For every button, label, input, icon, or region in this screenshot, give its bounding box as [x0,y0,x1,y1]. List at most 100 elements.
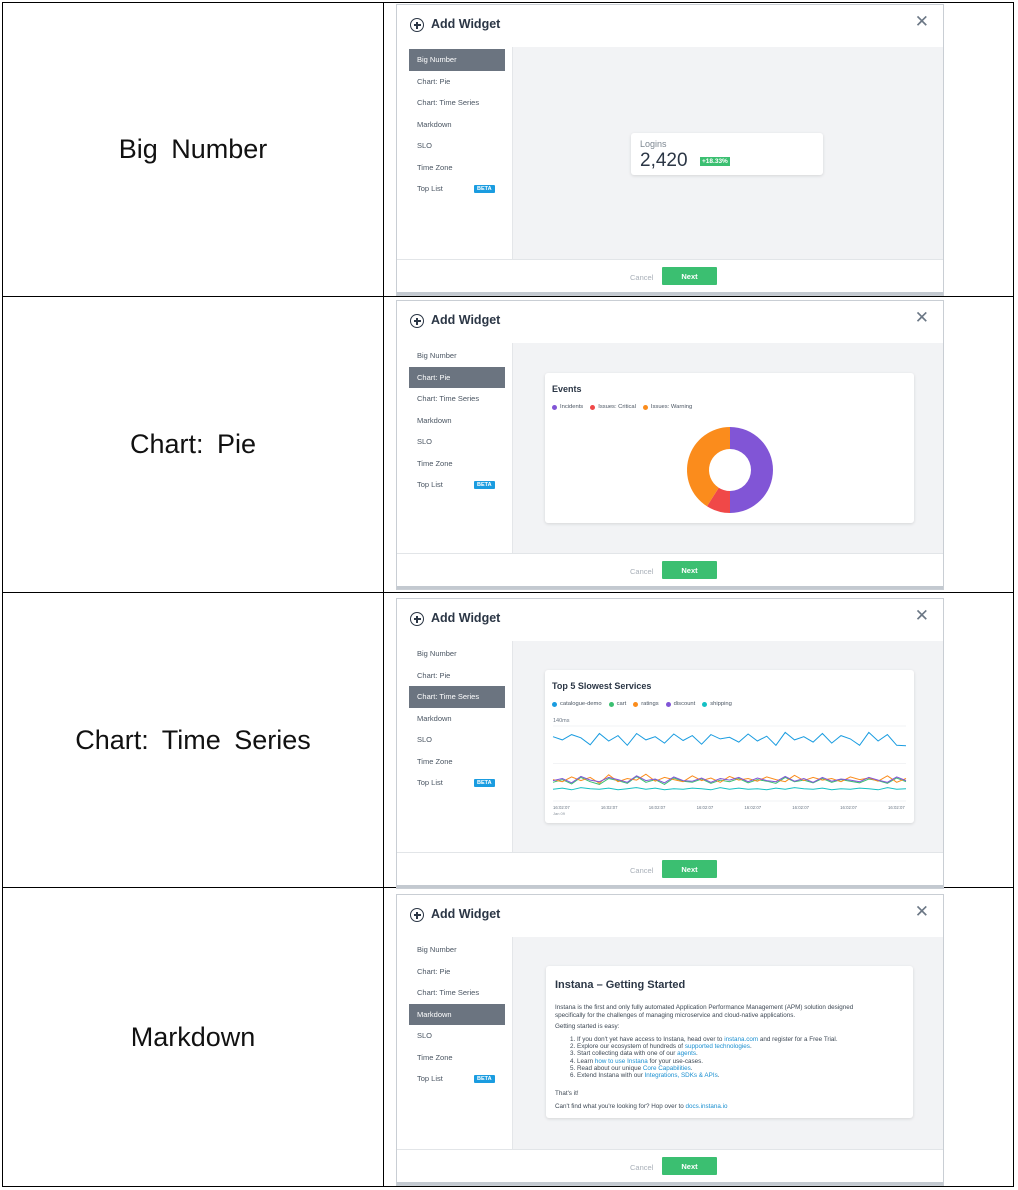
nav-item-label: Top List [417,1074,443,1084]
add-circle-icon [410,18,424,32]
nav-item-label: Markdown [417,415,452,425]
nav-item-label: Top List [417,480,443,490]
list-text: 3. Start collecting data with one of our [570,1050,678,1058]
list-item: 2. Explore our ecosystem of hundreds of … [570,1043,838,1050]
add-widget-modal: Add Widget ✕ Big Number Chart: Pie Chart: … [396,598,944,889]
series-line-shipping [552,787,907,791]
nav-item-slo[interactable]: SLO [409,431,505,453]
markdown-heading: Instana – Getting Started [555,979,686,991]
markdown-card: Instana – Getting Started Instana is the… [546,966,913,1118]
nav-item-big-number[interactable]: Big Number [409,49,505,71]
nav-item-time-zone[interactable]: Time Zone [409,1047,505,1069]
close-icon[interactable]: ✕ [915,309,929,327]
nav-item-chart-pie[interactable]: Chart: Pie [409,665,505,687]
beta-badge: BETA [474,779,495,787]
nav-item-slo[interactable]: SLO [409,135,505,157]
nav-item-slo[interactable]: SLO [409,1025,505,1047]
nav-item-chart-time-series[interactable]: Chart: Time Series [409,982,505,1004]
instana-link[interactable]: instana.com [724,1036,758,1043]
close-icon[interactable]: ✕ [915,903,929,921]
nav-item-label: Chart: Pie [417,670,451,680]
next-button[interactable]: Next [662,267,717,285]
y-axis-tick-label: 140ms [553,718,570,724]
x-axis-tick-label: 16:02:07 [888,805,905,810]
nav-item-slo[interactable]: SLO [409,729,505,751]
modal-footer: Cancel Next [397,852,943,888]
nav-item-label: Top List [417,778,443,788]
nav-item-markdown[interactable]: Markdown [409,114,505,136]
nav-item-markdown[interactable]: Markdown [409,708,505,730]
how-to-use-link[interactable]: how to use Instana [595,1058,648,1065]
docs-link[interactable]: docs.instana.io [686,1103,728,1110]
modal-bottom-edge [397,885,943,888]
modal-bottom-edge [397,586,943,589]
list-text: 6. Extend Instana with our [570,1072,645,1080]
close-icon[interactable]: ✕ [915,13,929,31]
nav-item-top-list[interactable]: Top List BETA [409,1068,505,1090]
nav-item-chart-pie[interactable]: Chart: Pie [409,366,505,388]
nav-item-chart-pie[interactable]: Chart: Pie [409,961,505,983]
list-text: . [696,1050,698,1058]
add-widget-modal: Add Widget ✕ Big Number Chart: Pie Chart: … [396,300,944,590]
cancel-button[interactable]: Cancel [630,567,653,576]
nav-item-time-zone[interactable]: Time Zone [409,751,505,773]
list-item: 4. Learn how to use Instana for your use… [570,1058,838,1065]
nav-item-label: Markdown [417,713,452,723]
supported-technologies-link[interactable]: supported technologies [685,1043,750,1050]
list-text: and register for a Free Trial. [758,1036,838,1043]
next-button[interactable]: Next [662,561,717,579]
next-button[interactable]: Next [662,860,717,878]
nav-item-chart-time-series[interactable]: Chart: Time Series [409,388,505,410]
getting-started-text: Getting started is easy: [555,1023,620,1030]
list-text: for your use-cases. [647,1057,704,1065]
nav-item-label: Chart: Time Series [417,988,480,998]
pie-chart-card: Events Incidents Issues: Critical Issues… [545,373,914,523]
widget-type-list: Big Number Chart: Pie Chart: Time Series Ma… [409,939,505,1090]
cancel-button[interactable]: Cancel [630,866,653,875]
nav-item-time-zone[interactable]: Time Zone [409,453,505,475]
nav-item-label: Time Zone [417,162,453,172]
nav-item-top-list[interactable]: Top List BETA [409,474,505,496]
modal-title: Add Widget [431,313,501,327]
widget-type-list: Big Number Chart: Pie Chart: Time Series Ma… [409,345,505,496]
x-axis-tick-label: 16:02:07 [792,805,809,810]
add-widget-modal: Add Widget ✕ Big Number Chart: Pie Chart: … [396,4,944,296]
big-number-card: Logins 2,420 +18.33% [631,133,823,175]
list-text: . [749,1043,752,1051]
time-series-chart: 140ms 16:02:07 16:02:07 16:02:07 16:02:07 16:… [552,718,907,816]
modal-footer: Cancel Next [397,553,943,589]
list-item: 1. If you don't yet have access to Insta… [570,1036,838,1043]
row-label-markdown: Markdown [130,1021,256,1052]
table-border-right [1013,2,1014,1187]
nav-item-time-zone[interactable]: Time Zone [409,157,505,179]
list-text: 1. If you don't yet have access to Insta… [570,1036,725,1043]
nav-item-chart-time-series[interactable]: Chart: Time Series [409,92,505,114]
cancel-button[interactable]: Cancel [630,273,653,282]
nav-item-label: Top List [417,184,443,194]
intro-line: specifically for the challenges of manag… [555,1011,796,1019]
modal-footer: Cancel Next [397,259,943,295]
nav-item-chart-pie[interactable]: Chart: Pie [409,71,505,93]
beta-badge: BETA [474,481,495,489]
big-number-value: 2,420 [640,150,688,171]
close-icon[interactable]: ✕ [915,607,929,625]
nav-item-big-number[interactable]: Big Number [409,643,505,665]
nav-item-top-list[interactable]: Top List BETA [409,178,505,200]
nav-item-big-number[interactable]: Big Number [409,345,505,367]
nav-item-label: Time Zone [417,756,453,766]
nav-item-top-list[interactable]: Top List BETA [409,772,505,794]
list-text: . [690,1064,693,1072]
nav-item-markdown[interactable]: Markdown [409,1003,505,1025]
nav-item-big-number[interactable]: Big Number [409,939,505,961]
nav-item-label: Big Number [417,351,457,361]
next-button[interactable]: Next [662,1157,717,1175]
cancel-button[interactable]: Cancel [630,1163,653,1172]
nav-item-chart-time-series[interactable]: Chart: Time Series [409,686,505,708]
integrations-link[interactable]: Integrations, SDKs & APIs [645,1072,718,1079]
widget-preview: Events Incidents Issues: Critical Issues… [512,343,943,554]
core-capabilities-link[interactable]: Core Capabilities [643,1065,691,1072]
nav-item-markdown[interactable]: Markdown [409,410,505,432]
row-label-chart-pie: Chart: Pie [129,429,257,459]
x-axis-tick-label: 16:02:07 [553,805,570,810]
agents-link[interactable]: agents [677,1050,696,1057]
